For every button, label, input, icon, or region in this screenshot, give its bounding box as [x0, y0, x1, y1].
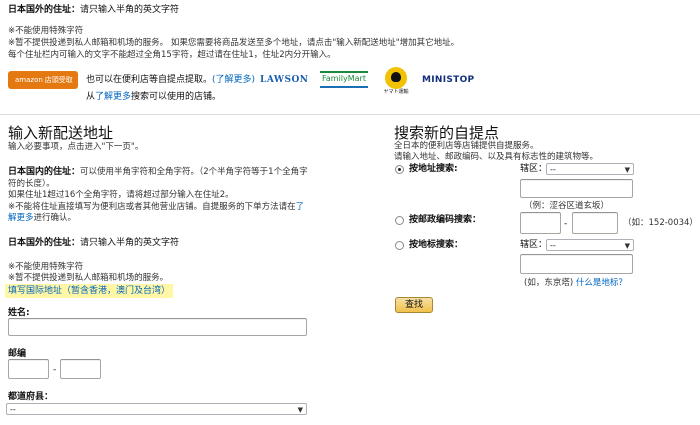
- ward2-label: 辖区：: [520, 240, 548, 250]
- top-overseas-line: 日本国外的住址：请只输入半角的英文字符: [8, 4, 179, 16]
- left-note-pobox: ※暂不提供投递到私人邮箱和机场的服务。: [8, 273, 169, 283]
- intl-address-link[interactable]: 填写国际地址（暂含香港，澳门及台湾）: [8, 286, 170, 296]
- what-is-landmark-link[interactable]: 什么是地标？: [576, 278, 627, 288]
- search-by-landmark-radio[interactable]: [395, 241, 404, 250]
- postal-code-second-input[interactable]: [60, 359, 101, 379]
- landmark-search-input[interactable]: [520, 254, 633, 274]
- postal-search-example: （如：152-0034）: [623, 218, 698, 228]
- new-address-subheading: 输入必要事项，点击进入"下一页"。: [8, 142, 144, 152]
- domestic-label: 日本国内的住址：: [8, 167, 81, 177]
- top-note-pobox: ※暂不提供投递到私人邮箱和机场的服务。 如果您需要将商品发送至多个地址，请点击"…: [8, 38, 460, 48]
- pickup-learn-more-link[interactable]: (了解更多): [212, 75, 255, 85]
- yamato-logo: ヤマト運輸: [381, 67, 411, 96]
- pickup-text: 也可以在便利店等自提点提取。: [86, 75, 213, 85]
- prefecture-select[interactable]: -- ▼: [6, 403, 307, 415]
- familymart-logo: FamilyMart: [320, 71, 368, 88]
- chevron-down-icon: ▼: [297, 406, 303, 414]
- postal-code-first-input[interactable]: [8, 359, 49, 379]
- prefecture-selected-value: --: [10, 405, 16, 414]
- store-search-line: 从了解更多搜索可以使用的店铺。: [86, 92, 222, 102]
- new-address-heading: 输入新配送地址: [8, 124, 114, 142]
- search-by-postal-radio[interactable]: [395, 216, 404, 225]
- top-note-length: 每个住址栏内可输入的文字不能超过全角15字符，超过请在住址1，住址2内分开输入。: [8, 50, 336, 60]
- search-by-landmark-label: 按地标搜索：: [409, 240, 464, 250]
- ward-select[interactable]: -- ▼: [546, 163, 634, 175]
- intl-address-highlight: 填写国际地址（暂含香港，澳门及台湾）: [5, 284, 174, 299]
- pickup-postal-second-input[interactable]: [572, 212, 618, 234]
- pickup-search-desc2: 请输入地址、邮政编码、以及具有标志性的建筑物等。: [394, 152, 599, 162]
- left-overseas-line: 日本国外的住址：请只输入半角的英文字符: [8, 237, 179, 249]
- pickup-line: 也可以在便利店等自提点提取。(了解更多): [86, 74, 255, 86]
- left-note-special-chars: ※不能使用特殊字符: [8, 262, 84, 272]
- pickup-postal-first-input[interactable]: [520, 212, 561, 234]
- pickup-search-button[interactable]: 查找: [395, 297, 433, 313]
- no-store-note: ※不能将住址直接填写为便利店或者其他营业店铺。自提服务的下单方法请在了解更多进行…: [8, 202, 305, 224]
- address-search-input[interactable]: [520, 179, 633, 198]
- lawson-logo: LAWSON: [260, 75, 309, 85]
- top-overseas-text: 请只输入半角的英文字符: [80, 5, 180, 15]
- search-by-address-radio[interactable]: [395, 165, 404, 174]
- top-note-special-chars: ※不能使用特殊字符: [8, 26, 84, 36]
- ward2-selected-value: --: [550, 241, 556, 250]
- postal-code-separator: -: [53, 365, 57, 375]
- chevron-down-icon: ▼: [624, 166, 630, 174]
- chevron-down-icon: ▼: [624, 242, 630, 250]
- domestic-note: 如果住址1超过16个全角字符，请将超过部分输入在住址2。: [8, 190, 234, 200]
- search-by-postal-label: 按邮政编码搜索：: [409, 215, 482, 225]
- ward-label: 辖区：: [520, 164, 548, 174]
- ward2-select[interactable]: -- ▼: [546, 239, 634, 251]
- address-search-example: （例：涩谷区道玄坂）: [524, 201, 610, 211]
- search-by-address-label: 按地址搜索:: [409, 164, 458, 174]
- name-input[interactable]: [8, 318, 307, 336]
- domestic-address-block: 日本国内的住址：可以使用半角字符和全角字符。（2个半角字符等于1个全角字符的长度…: [8, 166, 308, 191]
- ministop-logo: MINISTOP: [422, 75, 475, 85]
- landmark-search-example: (如，东京塔) 什么是地标？: [524, 278, 627, 288]
- pickup-postal-separator: -: [564, 219, 568, 229]
- pickup-search-desc1: 全日本的便利店等店铺提供自提服务。: [394, 141, 539, 151]
- amazon-pickup-logo: amazon 店頭受取: [8, 71, 78, 90]
- section-divider: [0, 114, 700, 115]
- top-overseas-label: 日本国外的住址：: [8, 5, 81, 15]
- yamato-cat-icon: [385, 67, 407, 89]
- left-overseas-label: 日本国外的住址：: [8, 238, 81, 248]
- left-overseas-text: 请只输入半角的英文字符: [80, 238, 180, 248]
- ward-selected-value: --: [550, 165, 556, 174]
- store-search-link[interactable]: 了解更多: [95, 92, 131, 102]
- prefecture-label: 都道府县：: [8, 392, 54, 402]
